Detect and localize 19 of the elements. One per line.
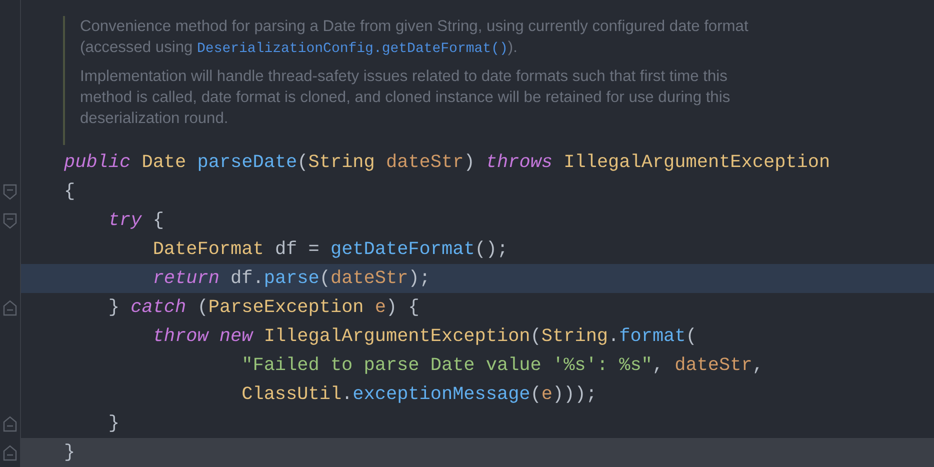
- fold-marker-icon[interactable]: [3, 300, 17, 316]
- fold-marker-icon[interactable]: [3, 416, 17, 432]
- code-line: DateFormat df = getDateFormat();: [152, 239, 508, 260]
- code-line: throw new IllegalArgumentException(String.format(: [152, 326, 697, 347]
- fold-marker-icon[interactable]: [3, 184, 17, 200]
- code-line: }: [107, 413, 120, 434]
- code-line: try {: [107, 210, 164, 231]
- code-line: } catch (ParseException e) {: [107, 297, 420, 318]
- fold-marker-icon[interactable]: [3, 213, 17, 229]
- code-line: public Date parseDate(String dateStr) throws IllegalArgumentException: [63, 152, 830, 173]
- code-line: {: [63, 181, 76, 202]
- code-line: return df.parse(dateStr);: [152, 268, 430, 289]
- code-link[interactable]: DeserializationConfig.getDateFormat(): [197, 41, 508, 57]
- code-line: ClassUtil.exceptionMessage(e)));: [240, 384, 597, 405]
- fold-marker-icon[interactable]: [3, 445, 17, 461]
- doc-paragraph: Implementation will handle thread-safety issues related to date formats such that first time this method is called, date format is cloned, and cloned instance will be retained for use during this deserialization round.: [80, 67, 732, 129]
- code-line: }: [63, 442, 76, 463]
- code-line: "Failed to parse Date value '%s': %s", dateStr,: [240, 355, 764, 376]
- doc-paragraph: Convenience method for parsing a Date from given String, using currently configured date format (accessed using DeserializationConfig.getDateFormat()).: [80, 17, 750, 59]
